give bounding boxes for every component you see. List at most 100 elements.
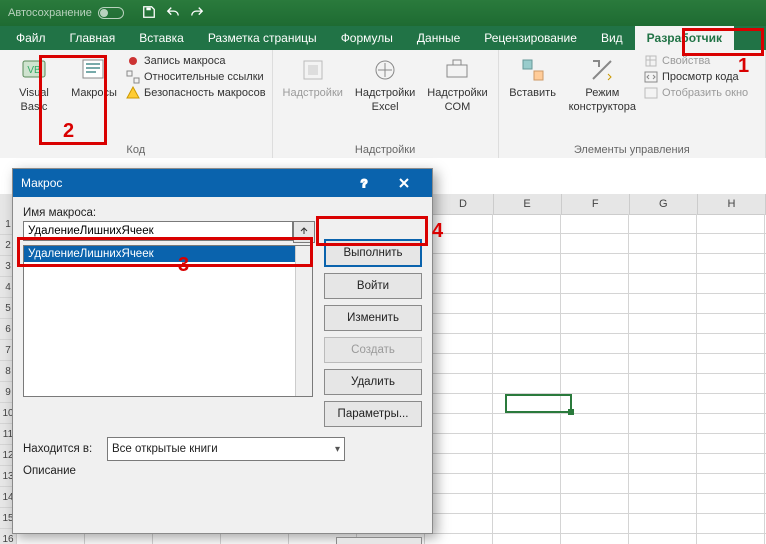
ribbon: VB Visual Basic Макросы Запись макроса О… bbox=[0, 50, 766, 159]
properties-label: Свойства bbox=[662, 55, 710, 67]
addins-button[interactable]: Надстройки bbox=[279, 54, 347, 102]
relative-refs-label: Относительные ссылки bbox=[144, 71, 264, 83]
record-macro-button[interactable]: Запись макроса bbox=[126, 54, 266, 68]
run-dialog-button[interactable]: Отобразить окно bbox=[644, 86, 748, 100]
code-icon bbox=[644, 70, 658, 84]
macro-security-label: Безопасность макросов bbox=[144, 87, 266, 99]
tab-file[interactable]: Файл bbox=[4, 26, 58, 50]
ribbon-group-code: VB Visual Basic Макросы Запись макроса О… bbox=[0, 50, 273, 158]
com-addins-button[interactable]: Надстройки COM bbox=[423, 54, 491, 116]
view-code-button[interactable]: Просмотр кода bbox=[644, 70, 748, 84]
group-controls-label: Элементы управления bbox=[505, 142, 759, 156]
macros-icon bbox=[80, 56, 108, 84]
record-icon bbox=[126, 54, 140, 68]
location-combo[interactable]: Все открытые книги ▾ bbox=[107, 437, 345, 461]
options-button[interactable]: Параметры... bbox=[324, 401, 422, 427]
run-button[interactable]: Выполнить bbox=[324, 239, 422, 267]
create-button: Создать bbox=[324, 337, 422, 363]
macro-name-label: Имя макроса: bbox=[23, 207, 422, 219]
macro-listbox[interactable]: УдалениеЛишнихЯчеек bbox=[23, 245, 313, 397]
macro-name-input[interactable] bbox=[23, 221, 293, 241]
design-icon bbox=[588, 56, 616, 84]
description-label: Описание bbox=[23, 465, 422, 477]
edit-button[interactable]: Изменить bbox=[324, 305, 422, 331]
save-icon[interactable] bbox=[142, 5, 156, 22]
tab-home[interactable]: Главная bbox=[58, 26, 128, 50]
visual-basic-label: Visual Basic bbox=[19, 86, 49, 114]
excel-addins-label: Надстройки Excel bbox=[355, 86, 415, 114]
dialog-help-button[interactable]: ? bbox=[344, 169, 384, 197]
step-into-button[interactable]: Войти bbox=[324, 273, 422, 299]
annotation-label-3: 3 bbox=[178, 254, 189, 277]
annotation-label-4: 4 bbox=[432, 220, 443, 243]
insert-control-label: Вставить bbox=[509, 86, 556, 100]
location-value: Все открытые книги bbox=[112, 443, 218, 455]
ribbon-group-controls: Вставить Режим конструктора Свойства Про… bbox=[499, 50, 766, 158]
colhdr-f[interactable]: F bbox=[562, 194, 630, 214]
location-label: Находится в: bbox=[23, 443, 101, 455]
dialog-icon bbox=[644, 86, 658, 100]
autosave-toggle[interactable]: Автосохранение bbox=[8, 7, 124, 19]
macro-dialog: Макрос ? Имя макроса: УдалениеЛишнихЯчее… bbox=[12, 168, 433, 534]
tab-page-layout[interactable]: Разметка страницы bbox=[196, 26, 329, 50]
annotation-label-1: 1 bbox=[738, 55, 749, 78]
record-macro-label: Запись макроса bbox=[144, 55, 226, 67]
addins-label: Надстройки bbox=[283, 86, 343, 100]
delete-button[interactable]: Удалить bbox=[324, 369, 422, 395]
insert-control-button[interactable]: Вставить bbox=[505, 54, 561, 102]
excel-addins-button[interactable]: Надстройки Excel bbox=[351, 54, 419, 116]
dialog-title: Макрос bbox=[21, 176, 62, 190]
warning-icon bbox=[126, 86, 140, 100]
properties-icon bbox=[644, 54, 658, 68]
autosave-switch[interactable] bbox=[98, 7, 124, 19]
title-bar: Автосохранение bbox=[0, 0, 766, 26]
tab-data[interactable]: Данные bbox=[405, 26, 472, 50]
tab-view[interactable]: Вид bbox=[589, 26, 635, 50]
ribbon-group-addins: Надстройки Надстройки Excel Надстройки C… bbox=[273, 50, 499, 158]
com-addins-icon bbox=[443, 56, 471, 84]
properties-button[interactable]: Свойства bbox=[644, 54, 748, 68]
relative-icon bbox=[126, 70, 140, 84]
quick-access-toolbar bbox=[142, 5, 204, 22]
colhdr-e[interactable]: E bbox=[494, 194, 562, 214]
dialog-titlebar[interactable]: Макрос ? bbox=[13, 169, 432, 197]
tab-insert[interactable]: Вставка bbox=[127, 26, 196, 50]
vb-icon: VB bbox=[20, 56, 48, 84]
colhdr-h[interactable]: H bbox=[698, 194, 766, 214]
description-box bbox=[23, 481, 422, 533]
listbox-scrollbar[interactable] bbox=[295, 246, 312, 396]
group-code-label: Код bbox=[6, 142, 266, 156]
redo-icon[interactable] bbox=[190, 5, 204, 22]
run-dialog-label: Отобразить окно bbox=[662, 87, 748, 99]
design-mode-button[interactable]: Режим конструктора bbox=[565, 54, 640, 116]
svg-text:VB: VB bbox=[27, 65, 41, 76]
macros-label: Макросы bbox=[71, 86, 117, 100]
annotation-label-2: 2 bbox=[63, 120, 74, 143]
macros-button[interactable]: Макросы bbox=[66, 54, 122, 102]
svg-text:?: ? bbox=[361, 178, 367, 189]
tab-developer[interactable]: Разработчик bbox=[635, 26, 734, 50]
undo-icon[interactable] bbox=[166, 5, 180, 22]
list-item[interactable]: УдалениеЛишнихЯчеек bbox=[24, 246, 312, 262]
insert-icon bbox=[519, 56, 547, 84]
relative-refs-button[interactable]: Относительные ссылки bbox=[126, 70, 266, 84]
colhdr-g[interactable]: G bbox=[630, 194, 698, 214]
macro-security-button[interactable]: Безопасность макросов bbox=[126, 86, 266, 100]
active-cell[interactable] bbox=[505, 394, 572, 413]
com-addins-label: Надстройки COM bbox=[427, 86, 487, 114]
design-mode-label: Режим конструктора bbox=[569, 86, 636, 114]
tab-formulas[interactable]: Формулы bbox=[329, 26, 405, 50]
dialog-close-button[interactable] bbox=[384, 169, 424, 197]
autosave-label: Автосохранение bbox=[8, 7, 92, 19]
tab-review[interactable]: Рецензирование bbox=[472, 26, 589, 50]
visual-basic-button[interactable]: VB Visual Basic bbox=[6, 54, 62, 116]
excel-addins-icon bbox=[371, 56, 399, 84]
collapse-dialog-icon[interactable] bbox=[293, 221, 315, 243]
chevron-down-icon: ▾ bbox=[335, 444, 340, 455]
cancel-button[interactable]: Отмена bbox=[336, 537, 422, 544]
group-addins-label: Надстройки bbox=[279, 142, 492, 156]
addins-icon bbox=[299, 56, 327, 84]
colhdr-d[interactable]: D bbox=[433, 194, 493, 214]
view-code-label: Просмотр кода bbox=[662, 71, 739, 83]
ribbon-tabs: Файл Главная Вставка Разметка страницы Ф… bbox=[0, 26, 766, 50]
